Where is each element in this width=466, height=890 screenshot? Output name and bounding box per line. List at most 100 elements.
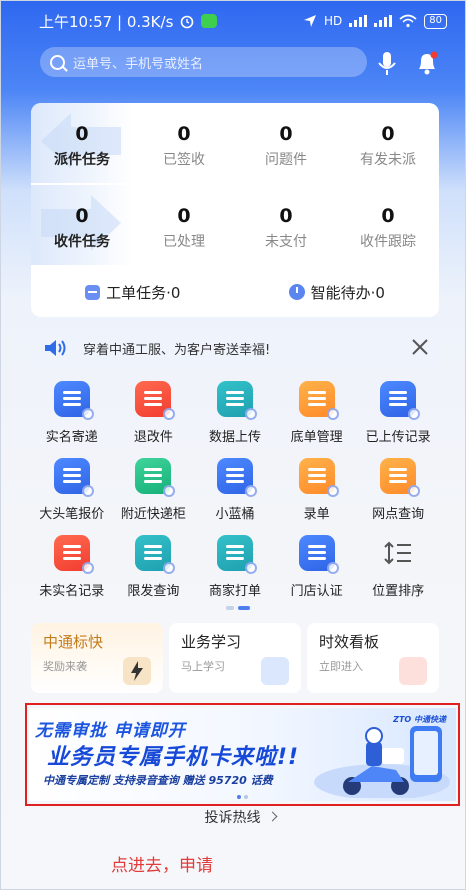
grid-item-label: 位置排序: [372, 584, 425, 599]
banner-dot-active: [237, 795, 241, 799]
close-icon[interactable]: [409, 336, 431, 358]
stat-delivery-tasks[interactable]: 0 派件任务: [31, 103, 133, 183]
grid-item-label: 实名寄递: [45, 430, 98, 445]
grid-item[interactable]: 大头笔报价: [31, 456, 113, 533]
annotation-text: 点进去，申请: [111, 856, 213, 876]
page-dot-active: [238, 606, 250, 610]
grid-item[interactable]: 已上传记录: [357, 379, 439, 456]
banner-page-indicator: [237, 795, 248, 799]
grid-item[interactable]: 实名寄递: [31, 379, 113, 456]
card-zto-express[interactable]: 中通标快 奖励来袭: [31, 623, 163, 693]
grid-item-label: 底单管理: [290, 430, 343, 445]
grid-item-label: 录单: [303, 507, 330, 522]
location-icon: [304, 15, 316, 27]
grid-row: 未实名记录 限发查询 商家打单 门店认证 位置排序: [31, 533, 439, 610]
stat-value: 0: [177, 123, 191, 145]
pickup-stats-row: 0 收件任务 0 已处理 0 未支付 0 收件跟踪: [31, 185, 439, 265]
stat-sent-not-delivered[interactable]: 0 有发未派: [337, 103, 439, 183]
battery-icon: 80: [424, 13, 447, 29]
locker-icon: [135, 458, 176, 497]
grid-page-indicator: [226, 606, 250, 610]
stat-value: 0: [75, 205, 89, 227]
grid-item[interactable]: 数据上传: [194, 379, 276, 456]
promo-banner[interactable]: 无需审批 申请即开 业务员专属手机卡来啦!! 中通专属定制 支持录音查询 赠送 …: [29, 708, 456, 801]
notice-text: 穿着中通工服、为客户寄送幸福!: [83, 342, 271, 358]
grid-item[interactable]: 未实名记录: [31, 533, 113, 610]
stat-problem[interactable]: 0 问题件: [235, 103, 337, 183]
store-icon: [298, 535, 339, 574]
stat-pickup-tracking[interactable]: 0 收件跟踪: [337, 185, 439, 265]
grid-item-label: 未实名记录: [39, 584, 105, 599]
card-timeliness-board[interactable]: 时效看板 立即进入: [307, 623, 439, 693]
work-order-tasks[interactable]: 工单任务·0: [85, 282, 180, 303]
grid-item[interactable]: 退改件: [113, 379, 195, 456]
grid-item[interactable]: 录单: [276, 456, 358, 533]
stat-pickup-tasks[interactable]: 0 收件任务: [31, 185, 133, 265]
page-dot: [226, 606, 234, 610]
grid-item-label: 已上传记录: [365, 430, 431, 445]
work-order-icon: [85, 284, 101, 300]
stat-signed[interactable]: 0 已签收: [133, 103, 235, 183]
wechat-icon: [201, 14, 218, 28]
cloud-upload-icon: [216, 381, 257, 420]
card-title: 时效看板: [319, 633, 380, 651]
banner-dot: [244, 795, 248, 799]
wifi-icon: [399, 14, 417, 28]
lightning-icon: [123, 657, 151, 685]
grid-item[interactable]: 门店认证: [276, 533, 358, 610]
grid-item[interactable]: 限发查询: [113, 533, 195, 610]
grid-row: 实名寄递 退改件 数据上传 底单管理 已上传记录: [31, 379, 439, 456]
search-placeholder: 运单号、手机号或姓名: [73, 56, 204, 72]
stat-unpaid[interactable]: 0 未支付: [235, 185, 337, 265]
stat-label: 已处理: [163, 234, 205, 250]
stat-label: 已签收: [163, 152, 205, 168]
grid-item[interactable]: 底单管理: [276, 379, 358, 456]
grid-item[interactable]: 商家打单: [194, 533, 276, 610]
grid-item[interactable]: 位置排序: [357, 533, 439, 610]
alarm-icon: [181, 15, 194, 29]
stat-processed[interactable]: 0 已处理: [133, 185, 235, 265]
stat-label: 收件跟踪: [360, 234, 416, 250]
grid-item[interactable]: 小蓝桶: [194, 456, 276, 533]
microphone-icon[interactable]: [376, 51, 398, 77]
search-icon: [50, 54, 65, 70]
signal-icon: HD: [324, 14, 343, 28]
book-icon: [261, 657, 289, 685]
grid-item-label: 退改件: [133, 430, 173, 445]
user-check-icon: [53, 381, 94, 420]
pen-price-icon: [53, 458, 94, 497]
grid-item-label: 网点查询: [372, 507, 425, 522]
delivery-stats-row: 0 派件任务 0 已签收 0 问题件 0 有发未派: [31, 103, 439, 183]
task-summary-bar: 工单任务·0 智能待办·0: [31, 267, 439, 317]
bucket-icon: [216, 458, 257, 497]
complaint-hotline-link[interactable]: 投诉热线: [1, 807, 465, 827]
feature-cards: 中通标快 奖励来袭 业务学习 马上学习 时效看板 立即进入: [31, 623, 439, 693]
stat-value: 0: [177, 205, 191, 227]
signal-bars-icon: [349, 15, 368, 27]
status-time: 上午10:57 | 0.3K/s: [39, 12, 174, 31]
grid-item[interactable]: 附近快递柜: [113, 456, 195, 533]
document-icon: [298, 381, 339, 420]
notice-bar[interactable]: 穿着中通工服、为客户寄送幸福!: [31, 328, 439, 368]
grid-item-label: 数据上传: [208, 430, 261, 445]
stat-label: 派件任务: [54, 152, 110, 168]
record-icon: [380, 381, 421, 420]
stat-label: 有发未派: [360, 152, 416, 168]
search-input[interactable]: 运单号、手机号或姓名: [40, 47, 367, 77]
notification-bell-icon[interactable]: [415, 50, 439, 76]
smart-todo[interactable]: 智能待办·0: [288, 282, 385, 303]
restrict-icon: [135, 535, 176, 574]
chevron-right-icon: [267, 811, 277, 822]
card-title: 中通标快: [43, 633, 104, 651]
grid-row: 大头笔报价 附近快递柜 小蓝桶 录单 网点查询: [31, 456, 439, 533]
grid-item-label: 附近快递柜: [120, 507, 186, 522]
sort-icon: [380, 535, 416, 571]
card-business-learning[interactable]: 业务学习 马上学习: [169, 623, 301, 693]
user-warning-icon: [53, 535, 94, 574]
smart-todo-label: 智能待办·0: [310, 283, 385, 302]
stat-value: 0: [381, 205, 395, 227]
stat-value: 0: [381, 123, 395, 145]
banner-line3: 中通专属定制 支持录音查询 赠送 95720 话费: [43, 774, 273, 787]
grid-item[interactable]: 网点查询: [357, 456, 439, 533]
clock-icon: [288, 284, 305, 300]
